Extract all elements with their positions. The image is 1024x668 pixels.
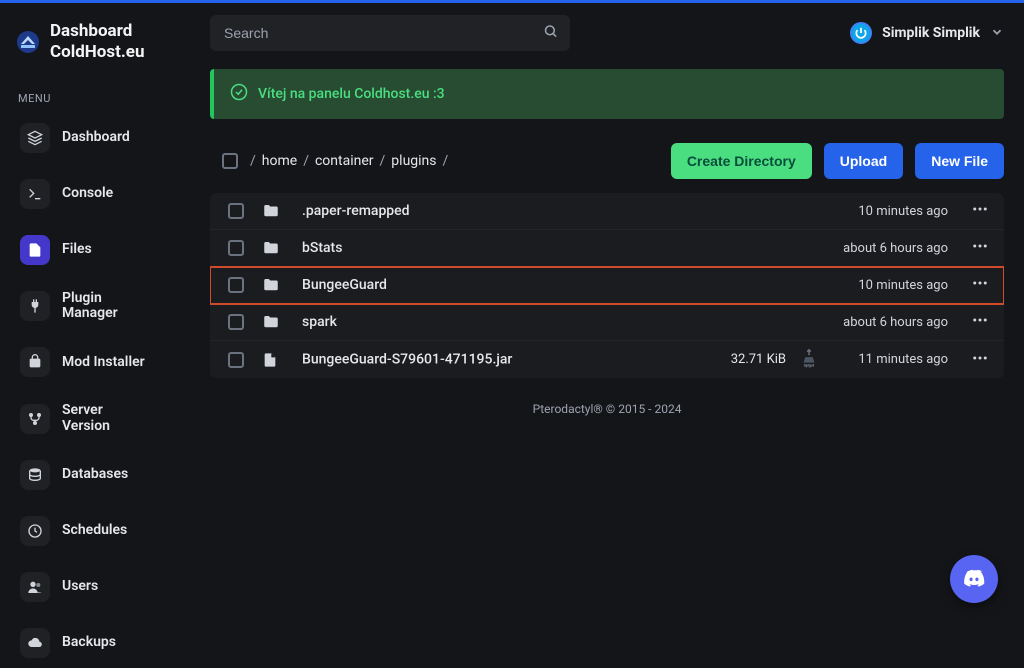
file-name: BungeeGuard bbox=[302, 277, 686, 293]
upload-button[interactable]: Upload bbox=[824, 143, 903, 179]
file-icon bbox=[262, 352, 302, 368]
breadcrumb[interactable]: /home / container / plugins / bbox=[250, 153, 448, 169]
sidebar-item-schedules[interactable]: Schedules bbox=[10, 506, 190, 556]
brand-logo bbox=[16, 30, 40, 54]
file-row[interactable]: BungeeGuard 10 minutes ago bbox=[210, 267, 1004, 304]
folder-icon bbox=[262, 276, 302, 294]
row-more-button[interactable] bbox=[956, 349, 1004, 371]
file-modified: about 6 hours ago bbox=[786, 241, 956, 256]
package-icon bbox=[20, 347, 50, 377]
file-modified: about 6 hours ago bbox=[786, 315, 956, 330]
file-name: spark bbox=[302, 314, 686, 330]
file-size: 32.71 KiB bbox=[686, 352, 786, 367]
file-name: bStats bbox=[302, 240, 686, 256]
row-checkbox[interactable] bbox=[228, 240, 244, 256]
breadcrumb-segment[interactable]: container bbox=[315, 153, 374, 169]
search-input[interactable] bbox=[210, 15, 570, 51]
topbar: Simplik Simplik bbox=[210, 15, 1004, 51]
file-list: .paper-remapped 10 minutes ago bStats about… bbox=[210, 193, 1004, 378]
sidebar-item-files[interactable]: Files bbox=[10, 225, 190, 275]
power-icon bbox=[850, 22, 872, 44]
row-checkbox[interactable] bbox=[228, 314, 244, 330]
sidebar-item-label: Schedules bbox=[62, 523, 127, 538]
sidebar-item-label: ServerVersion bbox=[62, 403, 110, 434]
sidebar-item-label: Mod Installer bbox=[62, 355, 145, 370]
branch-icon bbox=[20, 404, 50, 434]
file-icon bbox=[20, 235, 50, 265]
row-checkbox[interactable] bbox=[228, 352, 244, 368]
svg-text:Spigot: Spigot bbox=[804, 363, 815, 367]
menu-heading: MENU bbox=[10, 92, 190, 105]
breadcrumb-segment[interactable]: plugins bbox=[391, 153, 436, 169]
toolbar: /home / container / plugins / Create Dir… bbox=[210, 143, 1004, 179]
file-modified: 10 minutes ago bbox=[786, 278, 956, 293]
chevron-down-icon bbox=[990, 24, 1004, 43]
database-icon bbox=[20, 460, 50, 490]
sidebar-item-dashboard[interactable]: Dashboard bbox=[10, 113, 190, 163]
breadcrumb-segment[interactable]: home bbox=[262, 153, 297, 169]
sidebar-item-label: Files bbox=[62, 242, 92, 257]
user-menu[interactable]: Simplik Simplik bbox=[850, 22, 1004, 44]
cloud-icon bbox=[20, 628, 50, 658]
file-modified: 10 minutes ago bbox=[786, 204, 956, 219]
file-row[interactable]: .paper-remapped 10 minutes ago bbox=[210, 193, 1004, 230]
sidebar-item-server-version[interactable]: ServerVersion bbox=[10, 393, 190, 444]
sidebar-item-label: Databases bbox=[62, 467, 128, 482]
sidebar: Dashboard ColdHost.eu MENU Dashboard Cons… bbox=[0, 3, 200, 627]
sidebar-item-databases[interactable]: Databases bbox=[10, 450, 190, 500]
file-row[interactable]: spark about 6 hours ago bbox=[210, 304, 1004, 341]
row-more-button[interactable] bbox=[956, 237, 1004, 259]
folder-icon bbox=[262, 202, 302, 220]
welcome-alert: Vítej na panelu Coldhost.eu :3 bbox=[210, 69, 1004, 119]
clock-icon bbox=[20, 516, 50, 546]
folder-icon bbox=[262, 313, 302, 331]
sidebar-item-label: Users bbox=[62, 579, 98, 594]
row-checkbox[interactable] bbox=[228, 277, 244, 293]
main-content: Simplik Simplik Vítej na panelu Coldhost… bbox=[200, 3, 1024, 627]
discord-button[interactable] bbox=[950, 555, 998, 603]
select-all-checkbox[interactable] bbox=[222, 153, 238, 169]
search-wrap bbox=[210, 15, 570, 51]
new-file-button[interactable]: New File bbox=[915, 143, 1004, 179]
sidebar-item-label: PluginManager bbox=[62, 291, 118, 322]
row-more-button[interactable] bbox=[956, 200, 1004, 222]
brand-title: Dashboard ColdHost.eu bbox=[50, 21, 145, 64]
search-icon bbox=[543, 24, 558, 43]
file-row[interactable]: BungeeGuard-S79601-471195.jarSpigot32.71… bbox=[210, 341, 1004, 378]
row-more-button[interactable] bbox=[956, 311, 1004, 333]
row-checkbox[interactable] bbox=[228, 203, 244, 219]
file-name: .paper-remapped bbox=[302, 203, 686, 219]
sidebar-item-users[interactable]: Users bbox=[10, 562, 190, 612]
file-name: BungeeGuard-S79601-471195.jarSpigot bbox=[302, 347, 686, 373]
footer: Pterodactyl® © 2015 - 2024 bbox=[210, 402, 1004, 416]
sidebar-item-backups[interactable]: Backups bbox=[10, 618, 190, 668]
sidebar-item-label: Console bbox=[62, 186, 113, 201]
sidebar-item-console[interactable]: Console bbox=[10, 169, 190, 219]
alert-text: Vítej na panelu Coldhost.eu :3 bbox=[258, 86, 445, 102]
layers-icon bbox=[20, 123, 50, 153]
brand: Dashboard ColdHost.eu bbox=[10, 21, 190, 82]
folder-icon bbox=[262, 239, 302, 257]
row-more-button[interactable] bbox=[956, 274, 1004, 296]
check-circle-icon bbox=[230, 83, 248, 105]
users-icon bbox=[20, 572, 50, 602]
create-directory-button[interactable]: Create Directory bbox=[671, 143, 812, 179]
user-name: Simplik Simplik bbox=[882, 25, 980, 41]
sidebar-item-plugin-manager[interactable]: PluginManager bbox=[10, 281, 190, 332]
terminal-icon bbox=[20, 179, 50, 209]
file-row[interactable]: bStats about 6 hours ago bbox=[210, 230, 1004, 267]
jar-thumbnail: Spigot bbox=[798, 347, 820, 373]
sidebar-item-mod-installer[interactable]: Mod Installer bbox=[10, 337, 190, 387]
sidebar-item-label: Backups bbox=[62, 635, 116, 650]
sidebar-item-label: Dashboard bbox=[62, 130, 130, 145]
plug-icon bbox=[20, 291, 50, 321]
